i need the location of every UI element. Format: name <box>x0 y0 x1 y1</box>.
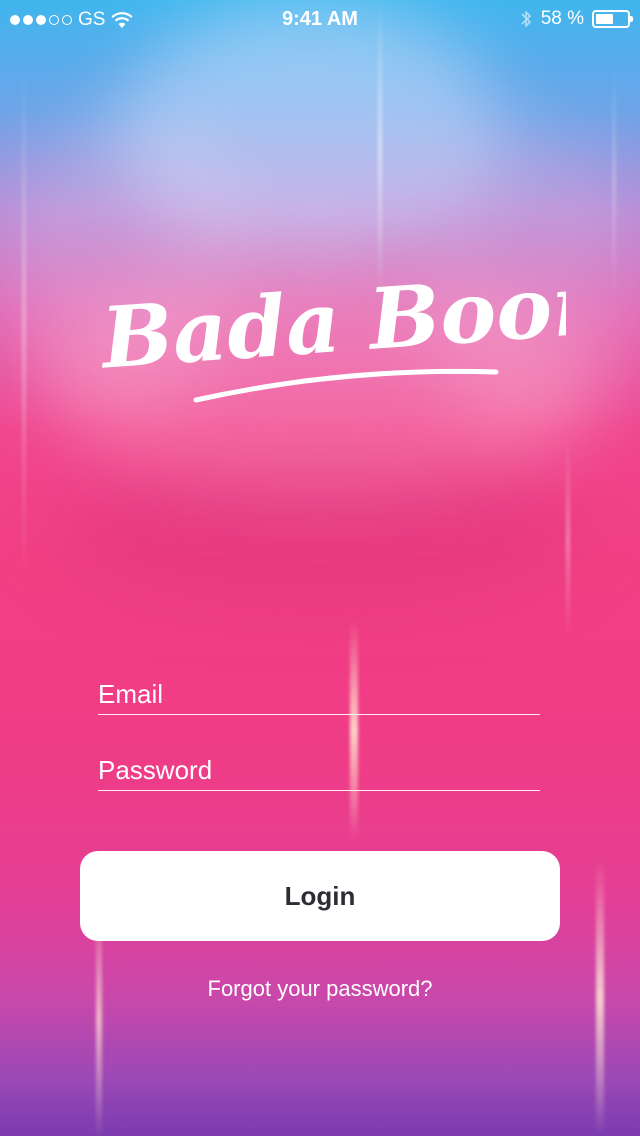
battery-icon <box>592 10 633 28</box>
status-bar: GS 9:41 AM 58 % <box>0 0 640 40</box>
logo-text: Bada Boom <box>96 252 566 388</box>
light-streak <box>566 440 570 640</box>
password-field[interactable] <box>98 755 540 786</box>
battery-percentage: 58 % <box>540 8 584 29</box>
bluetooth-icon <box>521 11 531 27</box>
status-right: 58 % <box>519 8 633 30</box>
app-logo: Bada Boom <box>96 252 566 403</box>
light-streak <box>350 620 358 840</box>
background-glow <box>60 460 580 600</box>
login-screen: GS 9:41 AM 58 % Bada Boom Login Fo <box>0 0 640 1136</box>
light-streak <box>612 60 616 300</box>
password-field-container <box>98 740 540 791</box>
email-field-container <box>98 664 540 715</box>
login-button[interactable]: Login <box>80 851 560 941</box>
light-streak <box>22 60 26 580</box>
email-field[interactable] <box>98 679 540 710</box>
forgot-password-link[interactable]: Forgot your password? <box>0 976 640 1002</box>
battery-level <box>596 14 613 24</box>
